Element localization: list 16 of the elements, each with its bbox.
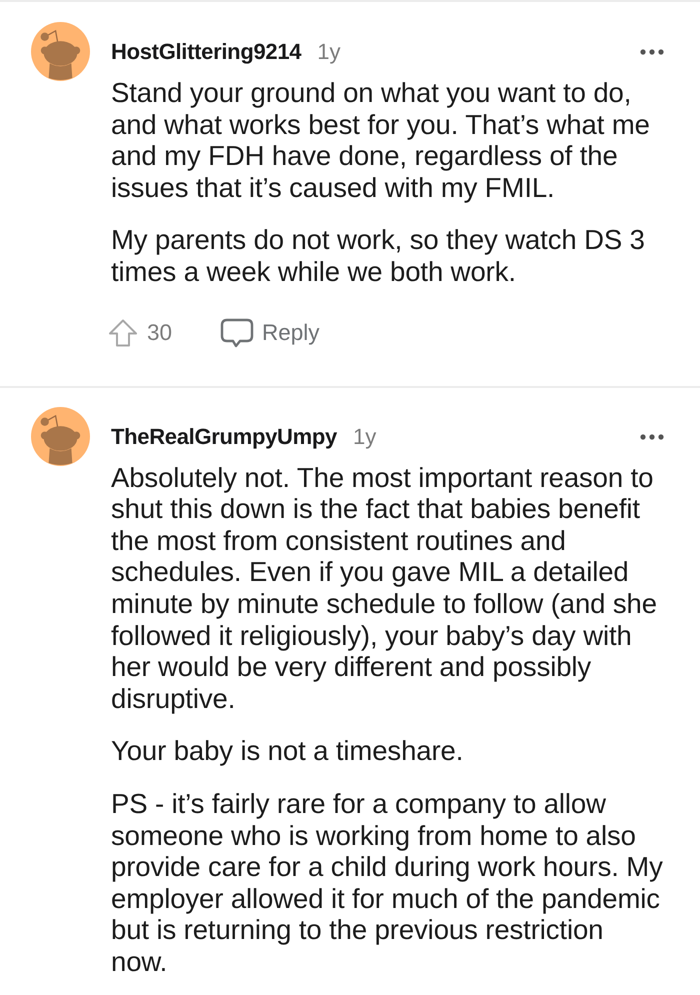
avatar-icon <box>31 406 90 466</box>
username[interactable]: TheRealGrumpyUmpy <box>111 424 337 450</box>
comment-age: 1y <box>317 39 340 65</box>
more-options-icon[interactable] <box>640 49 664 55</box>
comment-text: PS - it’s fairly rare for a company to allow someone who is working from home to also provide care for a child during work hours. My employer allowed it for much of the pandemic but is returning to the previous restriction now. <box>111 788 664 978</box>
comment-text: My parents do not work, so they watch DS 3 times a week while we both work. <box>111 224 646 288</box>
comment-text: Your baby is not a timeshare. <box>111 735 464 767</box>
username[interactable]: HostGlittering9214 <box>111 39 302 65</box>
avatar-icon <box>31 22 90 81</box>
reply-button[interactable]: Reply <box>220 318 320 348</box>
comment-text: Stand your ground on what you want to do, and what works best for you. That’s what me and my FDH have done, regardless of the issues that it’s caused with my FMIL. <box>111 77 651 204</box>
comment-age: 1y <box>352 424 376 450</box>
upvote-count: 30 <box>147 320 172 346</box>
more-options-icon[interactable] <box>640 434 664 440</box>
comment-bubble-icon <box>220 318 254 348</box>
comment-text: Absolutely not. The most important reason to shut this down is the fact that babies benefit the most from consistent routines and schedules. Even if you gave MIL a detailed minute by minute schedule to follow (and she followed it religiously), your baby’s day with her would be very different and possibly disruptive. <box>111 462 658 714</box>
